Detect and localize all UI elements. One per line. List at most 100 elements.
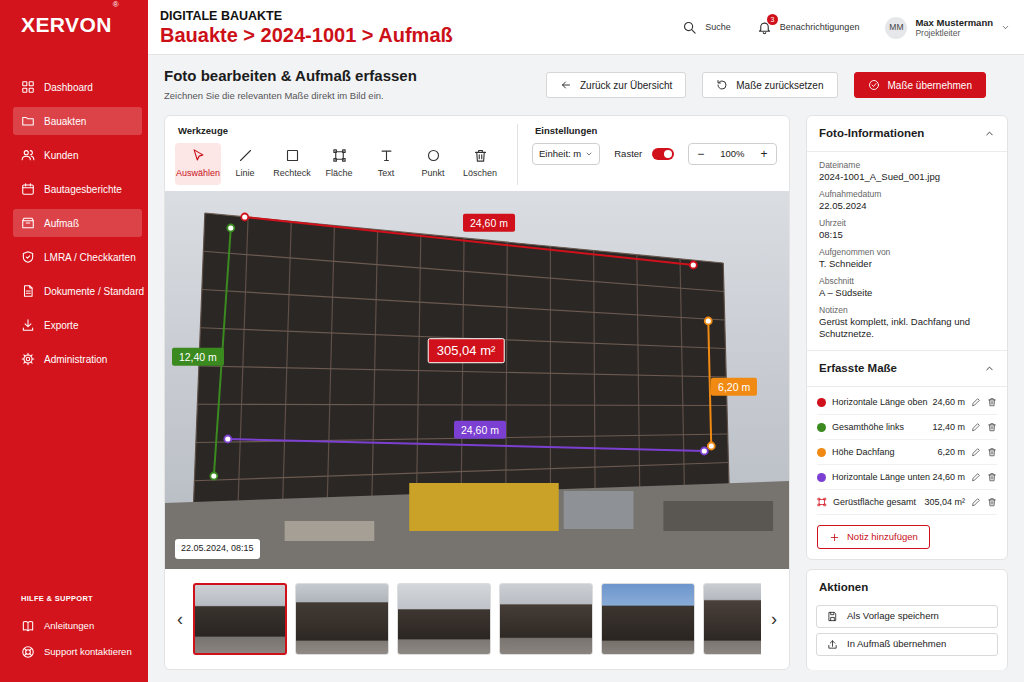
sidebar-item[interactable]: Dashboard (13, 73, 142, 101)
help-item[interactable]: Anleitungen (13, 616, 142, 636)
line-handle[interactable] (227, 224, 234, 231)
search-icon (682, 20, 697, 35)
prev-button[interactable]: ‹ (173, 610, 187, 628)
back-button[interactable]: Zurück zur Übersicht (546, 72, 686, 98)
title-block: DIGITALE BAUAKTEBauakte > 2024-1001 > Au… (160, 9, 453, 47)
add-note-button[interactable]: Notiz hinzufügen (817, 525, 930, 549)
folder-icon (21, 114, 35, 128)
trash-icon[interactable] (987, 397, 997, 407)
tools-group: WerkzeugeAuswählenLinieRechteckFlächeTex… (175, 124, 503, 185)
measure-row[interactable]: Gesamthöhe links12,40 m (817, 415, 997, 440)
trash-icon[interactable] (987, 422, 997, 432)
primary-button[interactable]: Maße übernehmen (854, 72, 987, 98)
measurement-overlay[interactable] (165, 191, 789, 569)
page-heading: Foto bearbeiten & Aufmaß erfassenZeichne… (164, 67, 417, 103)
notification-badge: 3 (767, 14, 778, 25)
page-subtitle: Zeichnen Sie die relevanten Maße direkt … (164, 89, 417, 103)
sidebar-item[interactable]: Administration (13, 345, 142, 373)
line-handle[interactable] (690, 261, 697, 268)
pencil-icon[interactable] (971, 422, 981, 432)
line-handle[interactable] (224, 435, 231, 442)
measure-row[interactable]: Horizontale Länge unten24,60 m (817, 465, 997, 490)
measurement-line[interactable] (228, 439, 704, 451)
measurement-label[interactable]: 24,60 m (454, 420, 506, 439)
breadcrumb[interactable]: Bauakte > 2024-1001 > Aufmaß (160, 24, 453, 47)
thumbnail[interactable] (601, 583, 695, 655)
content: Foto bearbeiten & Aufmaß erfassenZeichne… (148, 55, 1024, 682)
measure-row[interactable]: Höhe Dachfang6,20 m (817, 440, 997, 465)
info-field: Uhrzeit08:15 (819, 218, 995, 242)
info-field: Dateiname2024-1001_A_Sued_001.jpg (819, 160, 995, 184)
sidebar-item[interactable]: Bautagesberichte (13, 175, 142, 203)
line-handle[interactable] (210, 472, 217, 479)
action-button[interactable]: Als Vorlage speichern (816, 605, 998, 628)
user-menu[interactable]: MMMax MustermannProjektleiter (885, 17, 1010, 39)
tool-button[interactable]: Fläche (316, 143, 362, 185)
field-value: A – Südseite (819, 287, 995, 300)
pencil-icon[interactable] (971, 447, 981, 457)
notifications-button[interactable]: 3Benachrichtigungen (757, 20, 860, 35)
thumbnail[interactable] (397, 583, 491, 655)
unit-select[interactable]: Einheit: m (532, 143, 600, 165)
measures-header[interactable]: Erfasste Maße (807, 350, 1007, 387)
tool-label: Fläche (325, 167, 352, 181)
tool-list: Auswählen Linie Rechteck Fläche TextPunktLös… (175, 143, 503, 185)
sidebar-item[interactable]: Kunden (13, 141, 142, 169)
info-field: NotizenGerüst komplett, inkl. Dachfang u… (819, 305, 995, 342)
tool-button[interactable]: Text (363, 143, 409, 185)
sidebar-item[interactable]: Dokumente / Standard (13, 277, 142, 305)
field-value: 08:15 (819, 229, 995, 242)
line-handle[interactable] (708, 442, 715, 449)
measure-label: Horizontale Länge oben (832, 396, 926, 410)
pencil-icon[interactable] (971, 472, 981, 482)
tool-button[interactable]: Löschen (457, 143, 503, 185)
action-button[interactable]: In Aufmaß übernehmen (816, 633, 998, 656)
tool-button[interactable]: Linie (222, 143, 268, 185)
help-item[interactable]: Support kontaktieren (13, 642, 142, 662)
zoom-in-button[interactable]: + (753, 145, 776, 163)
info-fields: Dateiname2024-1001_A_Sued_001.jpgAufnahm… (807, 152, 1007, 350)
sidebar-item[interactable]: Aufmaß (13, 209, 142, 237)
line-handle[interactable] (701, 447, 708, 454)
pencil-icon[interactable] (971, 397, 981, 407)
trash-icon[interactable] (987, 447, 997, 457)
tool-label: Linie (235, 167, 254, 181)
tool-button[interactable]: Rechteck (269, 143, 315, 185)
tool-button[interactable]: Punkt (410, 143, 456, 185)
measure-row[interactable]: Gerüstfläche gesamt305,04 m² (817, 490, 997, 515)
measure-row[interactable]: Horizontale Länge oben24,60 m (817, 390, 997, 415)
upload-icon (827, 639, 838, 650)
site-photo[interactable]: 24,60 m12,40 m305,04 m²6,20 m24,60 m22.0… (165, 191, 789, 569)
chevron-up-icon (984, 363, 995, 374)
photo-info-header[interactable]: Foto-Informationen (807, 116, 1007, 152)
sidebar-item[interactable]: LMRA / Checkkarten (13, 243, 142, 271)
logo[interactable]: XERVON® (13, 12, 142, 37)
measurement-label[interactable]: 305,04 m² (428, 338, 505, 364)
reset-icon (716, 79, 728, 91)
tool-button[interactable]: Auswählen (175, 143, 221, 185)
next-button[interactable]: › (767, 610, 781, 628)
pencil-icon[interactable] (971, 497, 981, 507)
field-label: Notizen (819, 305, 995, 316)
sidebar-item[interactable]: Bauakten (13, 107, 142, 135)
search-button[interactable]: Suche (682, 20, 731, 35)
thumbnail[interactable] (193, 583, 287, 655)
trash-icon[interactable] (987, 497, 997, 507)
tool-label: Rechteck (273, 167, 311, 181)
line-handle[interactable] (705, 317, 712, 324)
measurement-label[interactable]: 24,60 m (463, 213, 515, 232)
measurement-label[interactable]: 12,40 m (172, 347, 224, 366)
grid-toggle[interactable] (652, 148, 674, 160)
line-handle[interactable] (241, 213, 248, 220)
trash-icon[interactable] (987, 472, 997, 482)
thumbnail[interactable] (703, 583, 761, 655)
body-row: WerkzeugeAuswählenLinieRechteckFlächeTex… (164, 115, 1008, 670)
toolbar: WerkzeugeAuswählenLinieRechteckFlächeTex… (165, 116, 789, 191)
zoom-out-button[interactable]: − (689, 145, 712, 163)
sidebar-item[interactable]: Exporte (13, 311, 142, 339)
details-panel: Foto-InformationenDateiname2024-1001_A_S… (806, 115, 1008, 670)
thumbnail[interactable] (499, 583, 593, 655)
measurement-label[interactable]: 6,20 m (711, 377, 757, 396)
reset-button[interactable]: Maße zurücksetzen (702, 72, 837, 98)
thumbnail[interactable] (295, 583, 389, 655)
